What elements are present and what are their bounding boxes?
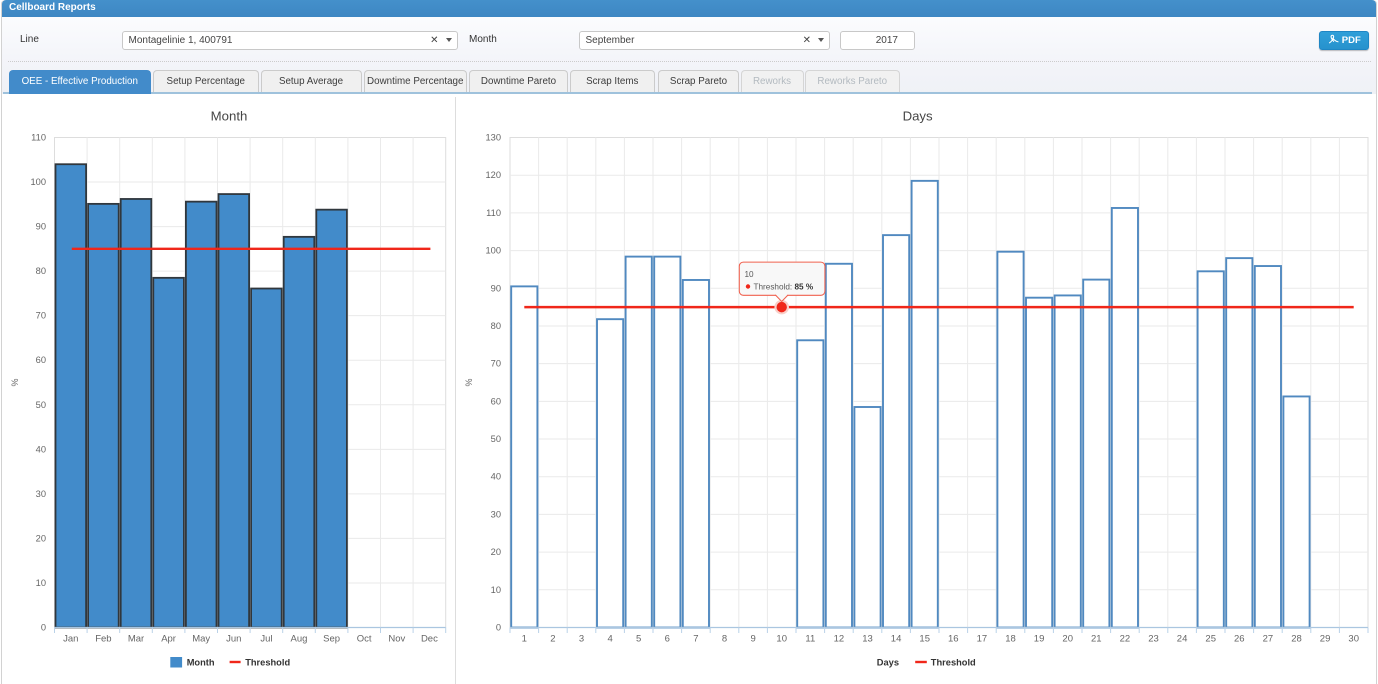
- svg-text:Oct: Oct: [357, 634, 372, 645]
- svg-text:3: 3: [579, 634, 584, 645]
- svg-text:29: 29: [1320, 634, 1331, 645]
- svg-text:Mar: Mar: [128, 634, 144, 645]
- svg-text:12: 12: [834, 634, 845, 645]
- svg-text:2: 2: [550, 634, 555, 645]
- svg-text:11: 11: [805, 634, 815, 645]
- svg-text:28: 28: [1291, 634, 1302, 645]
- svg-text:Jan: Jan: [63, 634, 78, 645]
- svg-text:1: 1: [522, 634, 527, 645]
- svg-text:30: 30: [491, 509, 501, 519]
- svg-text:Sep: Sep: [323, 634, 340, 645]
- svg-text:Feb: Feb: [95, 634, 111, 645]
- svg-text:May: May: [192, 634, 210, 645]
- svg-text:80: 80: [36, 266, 46, 276]
- svg-text:Days: Days: [877, 658, 899, 668]
- svg-text:80: 80: [491, 321, 501, 331]
- svg-text:20: 20: [1062, 634, 1073, 645]
- svg-text:60: 60: [36, 355, 46, 365]
- svg-text:40: 40: [36, 444, 46, 454]
- svg-text:50: 50: [491, 434, 501, 444]
- svg-text:60: 60: [491, 396, 501, 406]
- svg-text:70: 70: [36, 311, 46, 321]
- svg-text:Dec: Dec: [421, 634, 438, 645]
- svg-text:90: 90: [491, 283, 501, 293]
- svg-text:Jul: Jul: [260, 634, 272, 645]
- svg-text:24: 24: [1177, 634, 1188, 645]
- svg-text:10: 10: [776, 634, 787, 645]
- svg-text:Threshold: Threshold: [245, 658, 290, 668]
- svg-text:0: 0: [496, 623, 501, 633]
- svg-text:8: 8: [722, 634, 727, 645]
- svg-text:%: %: [10, 378, 20, 386]
- svg-text:Nov: Nov: [388, 634, 405, 645]
- svg-text:Month: Month: [211, 109, 248, 124]
- svg-text:4: 4: [607, 634, 612, 645]
- svg-text:14: 14: [891, 634, 902, 645]
- svg-text:100: 100: [30, 177, 46, 187]
- svg-text:130: 130: [485, 133, 501, 143]
- svg-text:6: 6: [665, 634, 670, 645]
- svg-text:Aug: Aug: [291, 634, 308, 645]
- svg-text:Threshold: 85 %: Threshold: 85 %: [754, 282, 814, 291]
- svg-text:30: 30: [36, 489, 46, 499]
- svg-text:7: 7: [693, 634, 698, 645]
- svg-text:18: 18: [1005, 634, 1016, 645]
- svg-text:27: 27: [1263, 634, 1274, 645]
- svg-text:110: 110: [31, 133, 46, 143]
- svg-text:20: 20: [36, 533, 46, 543]
- svg-text:17: 17: [977, 634, 988, 645]
- svg-text:5: 5: [636, 634, 641, 645]
- svg-text:90: 90: [36, 222, 46, 232]
- svg-text:20: 20: [491, 547, 501, 557]
- svg-text:110: 110: [486, 208, 501, 218]
- svg-text:0: 0: [41, 623, 46, 633]
- svg-text:15: 15: [919, 634, 930, 645]
- svg-text:26: 26: [1234, 634, 1245, 645]
- svg-text:13: 13: [862, 634, 873, 645]
- svg-text:Jun: Jun: [226, 634, 241, 645]
- svg-text:25: 25: [1205, 634, 1216, 645]
- svg-text:%: %: [464, 378, 474, 386]
- svg-text:9: 9: [750, 634, 755, 645]
- svg-text:50: 50: [36, 400, 46, 410]
- svg-text:10: 10: [36, 578, 46, 588]
- svg-text:10: 10: [745, 270, 755, 279]
- svg-text:10: 10: [491, 585, 501, 595]
- svg-text:22: 22: [1120, 634, 1131, 645]
- svg-text:Days: Days: [903, 109, 933, 124]
- svg-text:30: 30: [1348, 634, 1359, 645]
- svg-text:Month: Month: [187, 658, 215, 668]
- svg-text:40: 40: [491, 472, 501, 482]
- svg-text:Threshold: Threshold: [931, 658, 976, 668]
- svg-text:Apr: Apr: [161, 634, 176, 645]
- svg-text:100: 100: [485, 246, 501, 256]
- svg-text:16: 16: [948, 634, 959, 645]
- svg-text:120: 120: [485, 170, 501, 180]
- svg-text:23: 23: [1148, 634, 1159, 645]
- svg-text:19: 19: [1034, 634, 1045, 645]
- svg-text:70: 70: [491, 359, 501, 369]
- svg-text:21: 21: [1091, 634, 1102, 645]
